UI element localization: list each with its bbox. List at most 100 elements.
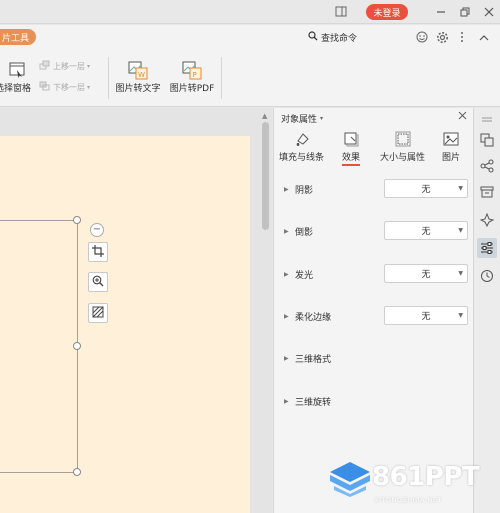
- soft-edges-select[interactable]: 无 ▼: [384, 306, 468, 325]
- expand-arrow-icon: ▶: [284, 397, 289, 405]
- scrollbar-thumb[interactable]: [262, 122, 269, 230]
- scroll-up-arrow-icon[interactable]: ▲: [262, 112, 267, 120]
- picture-icon: [442, 130, 460, 148]
- close-panel-icon[interactable]: [458, 110, 467, 123]
- minimize-icon[interactable]: [432, 3, 450, 21]
- tab-picture[interactable]: 图片: [442, 130, 460, 163]
- resize-handle[interactable]: [73, 342, 81, 350]
- watermark-site: XITONGZHIJIA.NET: [374, 496, 442, 504]
- effect-row-shadow[interactable]: ▶ 阴影 无 ▼: [284, 179, 468, 199]
- tab-size-and-properties[interactable]: 大小与属性: [380, 130, 425, 163]
- picture-to-text-label: 图片转文字: [115, 84, 161, 94]
- crop-icon: [92, 244, 104, 260]
- effect-label: 柔化边缘: [295, 312, 332, 323]
- expand-arrow-icon: ▶: [284, 270, 289, 278]
- chevron-down-icon: ▾: [87, 62, 91, 70]
- chevron-down-icon: ▼: [458, 270, 463, 277]
- effect-row-3d-format[interactable]: ▶ 三维格式: [284, 348, 464, 368]
- glow-select[interactable]: 无 ▼: [384, 264, 468, 283]
- effect-row-3d-rotation[interactable]: ▶ 三维旋转: [284, 391, 464, 411]
- picture-to-pdf-button[interactable]: P 图片转PDF: [166, 59, 218, 94]
- restore-icon[interactable]: [456, 3, 474, 21]
- tablet-mode-icon[interactable]: [334, 5, 348, 18]
- find-command-label: 查找命令: [321, 33, 358, 44]
- fill-line-icon: [293, 130, 311, 148]
- title-bar: 未登录: [0, 0, 500, 24]
- chevron-down-icon: ▼: [458, 227, 463, 234]
- select-value: 无: [421, 227, 431, 237]
- svg-text:W: W: [138, 71, 145, 79]
- size-props-icon: [394, 130, 412, 148]
- slide-canvas-area: −: [0, 108, 272, 513]
- chevron-down-icon: ▼: [458, 312, 463, 319]
- tab-fill-and-line[interactable]: 填充与线条: [279, 130, 324, 163]
- sidebar-properties-icon[interactable]: [477, 238, 497, 258]
- picture-to-text-icon: W: [127, 59, 149, 81]
- settings-gear-icon[interactable]: [434, 29, 450, 45]
- selection-pane-button[interactable]: 选择窗格: [0, 59, 34, 94]
- sidebar-history-icon[interactable]: [477, 266, 497, 286]
- bring-forward-icon: [39, 60, 51, 72]
- picture-style-button[interactable]: [88, 303, 108, 323]
- expand-arrow-icon: ▶: [284, 312, 289, 320]
- effect-row-soft-edges[interactable]: ▶ 柔化边缘 无 ▼: [284, 306, 468, 326]
- watermark: 861PPT XITONGZHIJIA.NET: [328, 458, 498, 508]
- reflection-select[interactable]: 无 ▼: [384, 221, 468, 240]
- search-icon: [308, 30, 318, 44]
- tab-effects-label: 效果: [342, 150, 361, 166]
- ribbon-tab-row: 片工具 查找命令: [0, 25, 500, 49]
- tab-size-and-properties-label: 大小与属性: [380, 153, 426, 163]
- object-properties-panel: 对象属性 ▾ 填充与线条 效果 大小与属性 图片 ▶ 阴影 无 ▼ ▶ 倒影 无…: [273, 108, 473, 513]
- effect-label: 倒影: [295, 227, 314, 238]
- select-value: 无: [421, 312, 431, 322]
- watermark-brand: 861PPT: [372, 462, 480, 492]
- effect-label: 阴影: [295, 185, 314, 196]
- right-sidebar: [473, 108, 500, 513]
- chevron-down-icon: ▾: [87, 83, 91, 91]
- resize-handle[interactable]: [73, 216, 81, 224]
- picture-to-pdf-icon: P: [181, 59, 203, 81]
- crop-button[interactable]: [88, 242, 108, 262]
- picture-to-pdf-label: 图片转PDF: [169, 84, 215, 94]
- expand-arrow-icon: ▶: [284, 185, 289, 193]
- shadow-select[interactable]: 无 ▼: [384, 179, 468, 198]
- collapse-ribbon-icon[interactable]: [476, 29, 492, 45]
- panel-title[interactable]: 对象属性 ▾: [281, 112, 323, 125]
- select-value: 无: [421, 270, 431, 280]
- sidebar-box-icon[interactable]: [477, 182, 497, 202]
- tab-picture-tools[interactable]: 片工具: [0, 29, 36, 45]
- more-options-icon[interactable]: [454, 29, 470, 45]
- bring-forward-label: 上移一层: [53, 61, 85, 71]
- sidebar-collapse-icon[interactable]: [477, 110, 497, 130]
- ribbon-separator: [108, 57, 109, 99]
- zoom-button[interactable]: [88, 272, 108, 292]
- tab-effects[interactable]: 效果: [342, 130, 361, 166]
- expand-arrow-icon: ▶: [284, 227, 289, 235]
- effect-row-reflection[interactable]: ▶ 倒影 无 ▼: [284, 221, 468, 241]
- bring-forward-button[interactable]: 上移一层 ▾: [39, 60, 90, 72]
- selection-border: [0, 220, 78, 221]
- selection-pane-icon: [6, 59, 28, 81]
- effect-row-glow[interactable]: ▶ 发光 无 ▼: [284, 264, 468, 284]
- login-button[interactable]: 未登录: [366, 4, 408, 20]
- svg-text:P: P: [193, 71, 197, 79]
- tab-picture-label: 图片: [442, 153, 461, 163]
- resize-handle[interactable]: [73, 468, 81, 476]
- sidebar-magic-icon[interactable]: [477, 210, 497, 230]
- picture-style-icon: [92, 306, 104, 321]
- send-backward-button[interactable]: 下移一层 ▾: [39, 81, 90, 93]
- collapse-toolbar-button[interactable]: −: [90, 223, 104, 237]
- picture-to-text-button[interactable]: W 图片转文字: [113, 59, 163, 94]
- sidebar-shapes-icon[interactable]: [477, 130, 497, 150]
- slide[interactable]: [0, 136, 250, 513]
- close-window-icon[interactable]: [480, 3, 498, 21]
- ribbon-separator: [221, 57, 222, 99]
- smile-feedback-icon[interactable]: [414, 29, 430, 45]
- selection-border: [0, 472, 78, 473]
- chevron-down-icon: ▼: [458, 185, 463, 192]
- sidebar-share-icon[interactable]: [477, 156, 497, 176]
- effects-icon: [342, 130, 360, 148]
- ribbon-toolbar: 选择窗格 上移一层 ▾ 下移一层 ▾ W 图片转文字 P 图片转PDF: [0, 49, 500, 107]
- panel-title-label: 对象属性: [281, 115, 318, 125]
- find-command-button[interactable]: 查找命令: [308, 30, 357, 44]
